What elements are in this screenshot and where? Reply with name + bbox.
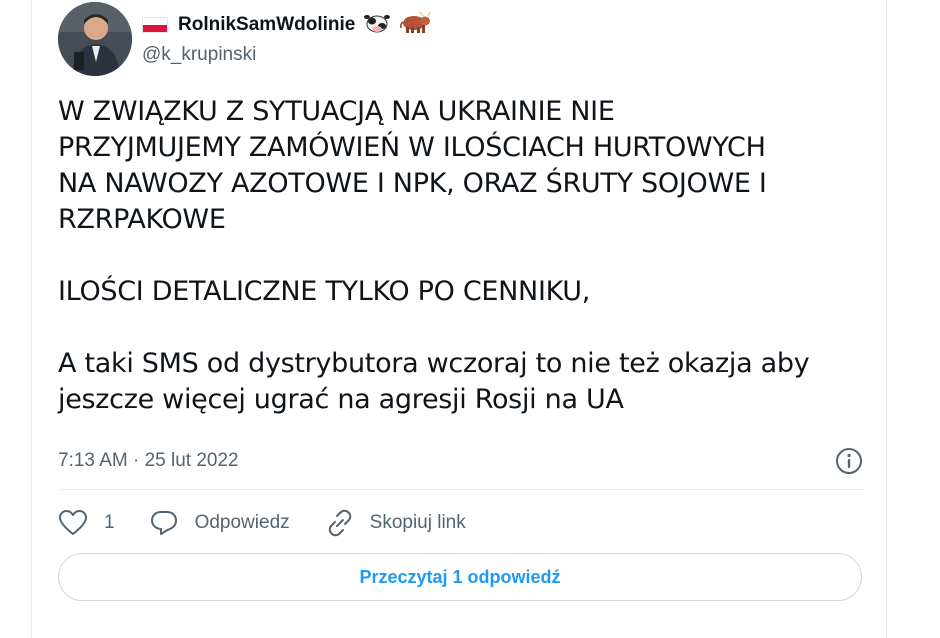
- avatar[interactable]: [58, 2, 132, 76]
- reply-button[interactable]: Odpowiedz: [149, 509, 290, 537]
- author-info: RolnikSamWdolinie @k_krupinski: [142, 11, 433, 66]
- tweet-meta: 7:13 AM · 25 lut 2022: [58, 446, 864, 476]
- poland-flag-icon: [142, 17, 168, 33]
- cow-face-emoji-icon: [363, 12, 391, 39]
- info-icon[interactable]: [834, 446, 864, 476]
- avatar-photo-icon: [58, 2, 132, 76]
- like-button[interactable]: 1: [58, 509, 115, 537]
- ox-emoji-icon: [399, 11, 433, 39]
- copy-link-button[interactable]: Skopiuj link: [324, 509, 466, 537]
- like-count: 1: [104, 512, 115, 533]
- divider: [58, 489, 864, 490]
- reply-bubble-icon: [150, 511, 177, 535]
- reply-label: Odpowiedz: [194, 512, 290, 533]
- author-name-row: RolnikSamWdolinie: [142, 11, 433, 39]
- tweet-card: RolnikSamWdolinie @k_krupinski W ZWIĄZKU…: [31, 0, 887, 638]
- tweet-timestamp[interactable]: 7:13 AM · 25 lut 2022: [58, 450, 239, 472]
- copy-link-label: Skopiuj link: [369, 512, 466, 533]
- tweet-text: W ZWIĄZKU Z SYTUACJĄ NA UKRAINIE NIE PRZ…: [58, 96, 810, 415]
- author-handle[interactable]: @k_krupinski: [142, 44, 431, 66]
- tweet-header: RolnikSamWdolinie @k_krupinski: [58, 2, 433, 76]
- author-display-name[interactable]: RolnikSamWdolinie: [178, 14, 355, 36]
- tweet-actions: 1 Odpowiedz Skopiuj link: [58, 505, 500, 541]
- link-icon: [328, 509, 351, 537]
- heart-icon: [59, 510, 87, 535]
- read-replies-button[interactable]: Przeczytaj 1 odpowiedź: [58, 553, 862, 601]
